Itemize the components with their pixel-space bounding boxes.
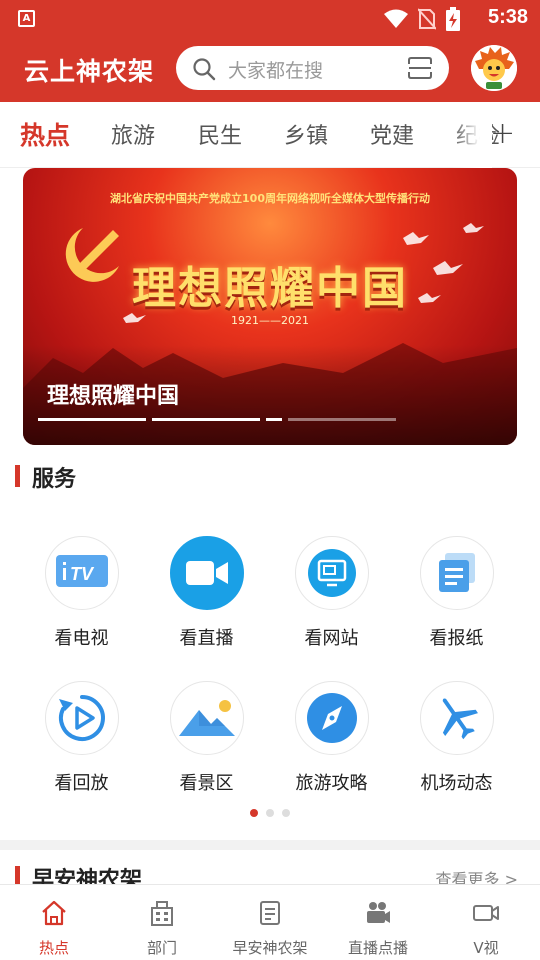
service-icon-circle [419,536,494,610]
banner-indicator [38,418,396,421]
airplane-icon [442,698,478,740]
no-sim-icon [418,8,436,30]
banner-years: 1921——2021 [231,314,309,327]
replay-icon [58,695,105,741]
banner-caption: 理想照耀中国 [47,384,180,409]
banner-indicator-dot [152,418,260,421]
scan-icon[interactable] [407,56,433,80]
nav-label: V视 [473,939,499,957]
service-watch-website[interactable]: 看网站 [269,536,394,650]
service-label: 看网站 [304,628,359,649]
service-icon-circle: TV [44,536,119,610]
nav-live-vod[interactable]: 直播点播 [324,885,432,960]
status-icons [384,7,460,31]
page-dot [282,809,290,817]
service-icon-circle [419,681,494,755]
home-icon [42,900,66,926]
banner-indicator-dot [38,418,146,421]
search-box[interactable]: 大家都在搜 [176,46,449,90]
compass-icon [306,693,357,743]
tab-livelihood[interactable]: 民生 [198,118,242,150]
service-icon-circle [294,681,369,755]
tab-travel[interactable]: 旅游 [111,118,155,150]
service-label: 看回放 [54,773,109,794]
app-title: 云上神农架 [24,57,155,86]
banner-indicator-dot [266,418,282,421]
tab-hot[interactable]: 热点 [20,116,70,152]
search-icon [193,58,216,81]
scenery-icon [178,700,235,736]
tab-towns[interactable]: 乡镇 [284,118,328,150]
tabs-fade [452,102,492,168]
banner-subtitle: 湖北省庆祝中国共产党成立100周年网络视听全媒体大型传播行动 [110,192,430,205]
top-header: A 5:38 云上神农架 大家都在搜 [0,0,540,102]
app-screen: A 5:38 云上神农架 大家都在搜 热点 旅游 民生 乡镇 党建 + 湖北省庆… [0,0,540,960]
nav-departments[interactable]: 部门 [108,885,216,960]
mascot-avatar-icon [471,45,517,91]
video-icon [473,905,499,921]
hero-banner[interactable]: 湖北省庆祝中国共产党成立100周年网络视听全媒体大型传播行动 理想照耀中国 19… [23,168,517,445]
clock: 5:38 [487,6,528,28]
newspaper-icon [438,553,475,592]
service-watch-newspaper[interactable]: 看报纸 [394,536,519,650]
svg-text:TV: TV [70,564,95,584]
service-label: 看报纸 [429,628,484,649]
service-watch-scenery[interactable]: 看景区 [144,681,269,795]
nav-label: 早安神农架 [232,939,308,957]
section-divider [0,840,540,850]
user-avatar[interactable] [471,45,517,91]
service-icon-circle [169,681,244,755]
page-dot [250,809,258,817]
battery-charging-icon [446,7,460,31]
nav-v-video[interactable]: V视 [432,885,540,960]
service-label: 看直播 [179,628,234,649]
service-label: 看电视 [54,628,109,649]
service-watch-tv[interactable]: TV 看电视 [19,536,144,650]
website-icon [307,549,356,597]
tab-party[interactable]: 党建 [370,118,414,150]
banner-indicator-dot [288,418,396,421]
service-icon-circle [44,681,119,755]
nav-label: 部门 [146,939,177,957]
nav-label: 热点 [38,939,69,957]
page-dot [266,809,274,817]
video-camera-icon [185,561,228,585]
search-placeholder: 大家都在搜 [228,60,324,82]
section-marker [15,465,20,487]
service-travel-guide[interactable]: 旅游攻略 [269,681,394,795]
live-camera-icon [367,902,390,923]
nav-morning-news[interactable]: 早安神农架 [216,885,324,960]
service-label: 看景区 [179,773,234,794]
service-label: 旅游攻略 [295,773,368,794]
banner-headline: 理想照耀中国 [132,263,408,314]
services-page-indicator [250,809,290,817]
bottom-navigation: 热点 部门 早安神农架 直播点播 V视 [0,884,540,960]
wifi-icon [384,9,408,28]
service-airport-status[interactable]: 机场动态 [394,681,519,795]
service-watch-live[interactable]: 看直播 [144,536,269,650]
tv-icon: TV [55,555,108,587]
service-label: 机场动态 [420,773,493,794]
service-icon-circle [294,536,369,610]
add-tab-button[interactable]: + [490,116,515,151]
status-bar: A 5:38 [0,0,540,36]
nav-hot[interactable]: 热点 [0,885,108,960]
service-watch-replay[interactable]: 看回放 [19,681,144,795]
service-icon-circle [169,536,244,610]
app-notification-icon: A [18,10,35,27]
nav-label: 直播点播 [347,939,408,957]
services-title: 服务 [32,467,77,492]
building-icon [151,901,173,926]
notepad-icon [260,901,280,925]
category-tabs: 热点 旅游 民生 乡镇 党建 纪检 + [0,102,540,168]
